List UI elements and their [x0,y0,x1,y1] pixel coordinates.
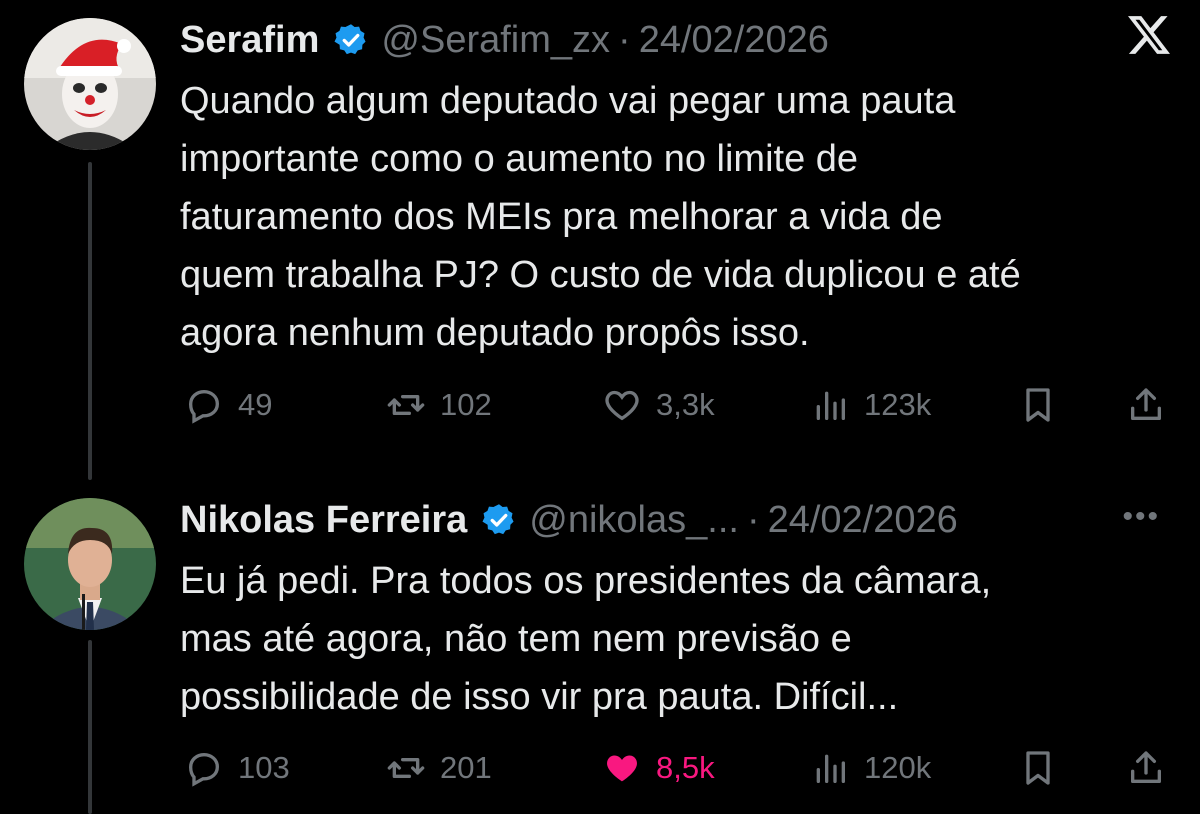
repost-icon [387,758,425,778]
repost-count: 201 [440,750,492,785]
x-logo-icon[interactable] [1128,14,1170,56]
tweet-text-line: agora nenhum deputado propôs isso. [180,312,810,354]
repost-icon [387,395,425,415]
author-handle[interactable]: @nikolas_... [529,499,739,542]
reply-count: 49 [238,387,273,422]
reply-icon [188,752,220,787]
tweet-text: Quando algum deputado vai pegar uma paut… [180,72,1180,362]
action-bar: 103 201 8,5k 120k [180,743,1170,793]
tweet-text-line: faturamento dos MEIs pra melhorar a vida… [180,196,943,238]
views-icon [816,391,845,420]
like-count: 8,5k [656,750,715,785]
tweet-text-line: mas até agora, não tem nem previsão e [180,618,852,660]
repost-button[interactable]: 102 [386,380,492,430]
views-icon [816,754,845,783]
tweet-text-line: Eu já pedi. Pra todos os presidentes da … [180,560,992,602]
heart-icon [605,390,639,421]
reply-count: 103 [238,750,290,785]
tweet-date[interactable]: 24/02/2026 [768,499,958,542]
reply-button[interactable]: 103 [184,743,290,793]
separator-dot: · [618,18,631,61]
thread-line [88,640,92,814]
views-count: 123k [864,387,932,422]
more-options-icon[interactable]: ••• [1122,500,1160,534]
author-name[interactable]: Serafim [180,19,319,62]
bookmark-icon [1026,388,1050,422]
tweet-date[interactable]: 24/02/2026 [639,19,829,62]
tweet-text-line: possibilidade de isso vir pra pauta. Dif… [180,676,899,718]
tweet-text-line: quem trabalha PJ? O custo de vida duplic… [180,254,1021,296]
verified-badge-icon [334,24,366,55]
bookmark-icon [1026,751,1050,785]
author-handle[interactable]: @Serafim_zx [381,19,610,62]
like-count: 3,3k [656,387,715,422]
repost-count: 102 [440,387,492,422]
views-count: 120k [864,750,932,785]
share-icon [1131,751,1161,783]
like-button[interactable]: 3,3k [602,380,715,430]
verified-badge-icon [482,504,514,535]
like-button[interactable]: 8,5k [602,743,715,793]
tweet-text-line: importante como o aumento no limite de [180,138,859,180]
heart-filled-icon [607,755,637,782]
share-button[interactable] [1126,380,1166,430]
tweet-header: Nikolas Ferreira @nikolas_... · 24/02/20… [180,490,958,550]
views-button[interactable]: 123k [810,380,931,430]
reply-icon [188,389,220,424]
action-bar: 49 102 3,3k 123k [180,380,1170,430]
reply-button[interactable]: 49 [184,380,272,430]
thread-line [88,162,92,480]
views-button[interactable]: 120k [810,743,931,793]
bookmark-button[interactable] [1018,380,1058,430]
tweet-text-line: Quando algum deputado vai pegar uma paut… [180,80,956,122]
share-button[interactable] [1126,743,1166,793]
tweet-text: Eu já pedi. Pra todos os presidentes da … [180,552,1180,726]
author-name[interactable]: Nikolas Ferreira [180,499,467,542]
repost-button[interactable]: 201 [386,743,492,793]
tweet-header: Serafim @Serafim_zx · 24/02/2026 [180,10,829,70]
avatar[interactable] [24,498,156,630]
bookmark-button[interactable] [1018,743,1058,793]
avatar[interactable] [24,18,156,150]
separator-dot: · [746,498,760,541]
share-icon [1131,388,1161,420]
